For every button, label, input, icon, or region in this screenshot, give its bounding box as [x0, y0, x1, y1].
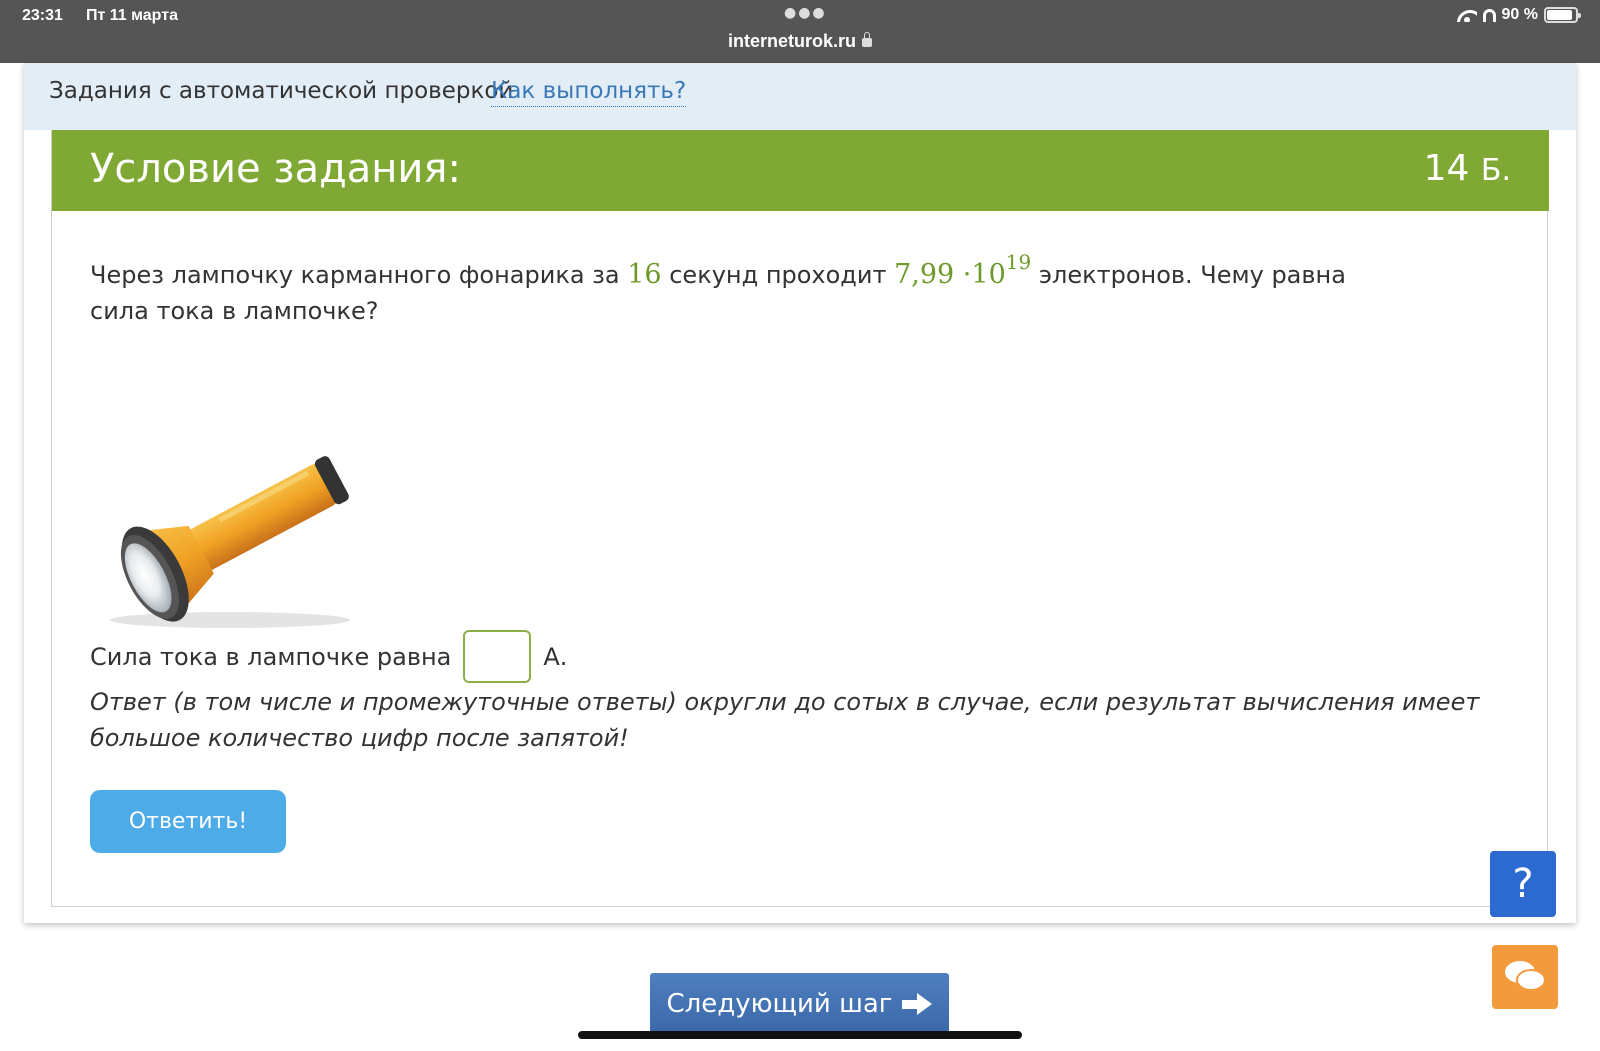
status-icons: 90 % [1456, 6, 1581, 24]
address-bar[interactable]: interneturok.ru [0, 31, 1600, 52]
electrons-exponent: 19 [1005, 250, 1032, 274]
battery-fill [1547, 10, 1573, 20]
lock-icon [862, 32, 872, 47]
task-header: Условие задания: 14 Б. [52, 130, 1549, 211]
task-points: 14 Б. [1424, 148, 1511, 189]
task-box: Условие задания: 14 Б. Через лампочку ка… [51, 130, 1549, 907]
answer-label: Сила тока в лампочке равна [90, 642, 452, 671]
next-step-button[interactable]: Следующий шаг [650, 973, 949, 1035]
task-type-title: Задания с автоматической проверкой [49, 78, 514, 104]
flashlight-image [110, 456, 350, 628]
task-header-title: Условие задания: [90, 146, 461, 192]
battery-icon [1544, 7, 1581, 23]
problem-part2: секунд проходит [661, 261, 895, 289]
points-value: 14 [1423, 148, 1470, 189]
arrow-right-icon [902, 993, 933, 1015]
help-button[interactable]: ? [1490, 851, 1556, 917]
electrons-mantissa: 7,99 ·10 [894, 259, 1006, 290]
task-type-strip: Задания с автоматической проверкой Как в… [24, 63, 1576, 130]
home-indicator[interactable] [578, 1031, 1022, 1039]
status-date: Пт 11 марта [86, 7, 178, 24]
wifi-icon [1456, 8, 1477, 22]
more-dots-icon[interactable]: ●●● [784, 5, 827, 21]
answer-input[interactable] [463, 630, 532, 683]
problem-part1: Через лампочку карманного фонарика за [90, 261, 628, 289]
problem-text: Через лампочку карманного фонарика за 16… [90, 248, 1390, 329]
page-card: Задания с автоматической проверкой Как в… [24, 63, 1576, 923]
battery-percent: 90 % [1501, 6, 1538, 23]
points-unit: Б. [1480, 153, 1511, 188]
answer-unit: А. [543, 642, 568, 671]
electrons-count: 7,99 ·1019 [894, 250, 1031, 290]
rounding-note: Ответ (в том числе и промежуточные ответ… [90, 688, 1480, 752]
chat-bubble-icon-2 [1516, 969, 1546, 991]
status-bar: 23:31 Пт 11 марта ●●● interneturok.ru 90… [0, 0, 1600, 63]
chat-button[interactable] [1492, 945, 1558, 1009]
answer-line: Сила тока в лампочке равна А. [90, 630, 567, 683]
next-step-label: Следующий шаг [666, 989, 893, 1019]
how-to-link[interactable]: Как выполнять? [491, 78, 687, 107]
submit-answer-button[interactable]: Ответить! [90, 790, 286, 853]
status-time: 23:31 [22, 7, 63, 24]
url-text: interneturok.ru [727, 31, 856, 51]
time-value: 16 [627, 259, 662, 290]
headphones-icon [1482, 8, 1496, 22]
